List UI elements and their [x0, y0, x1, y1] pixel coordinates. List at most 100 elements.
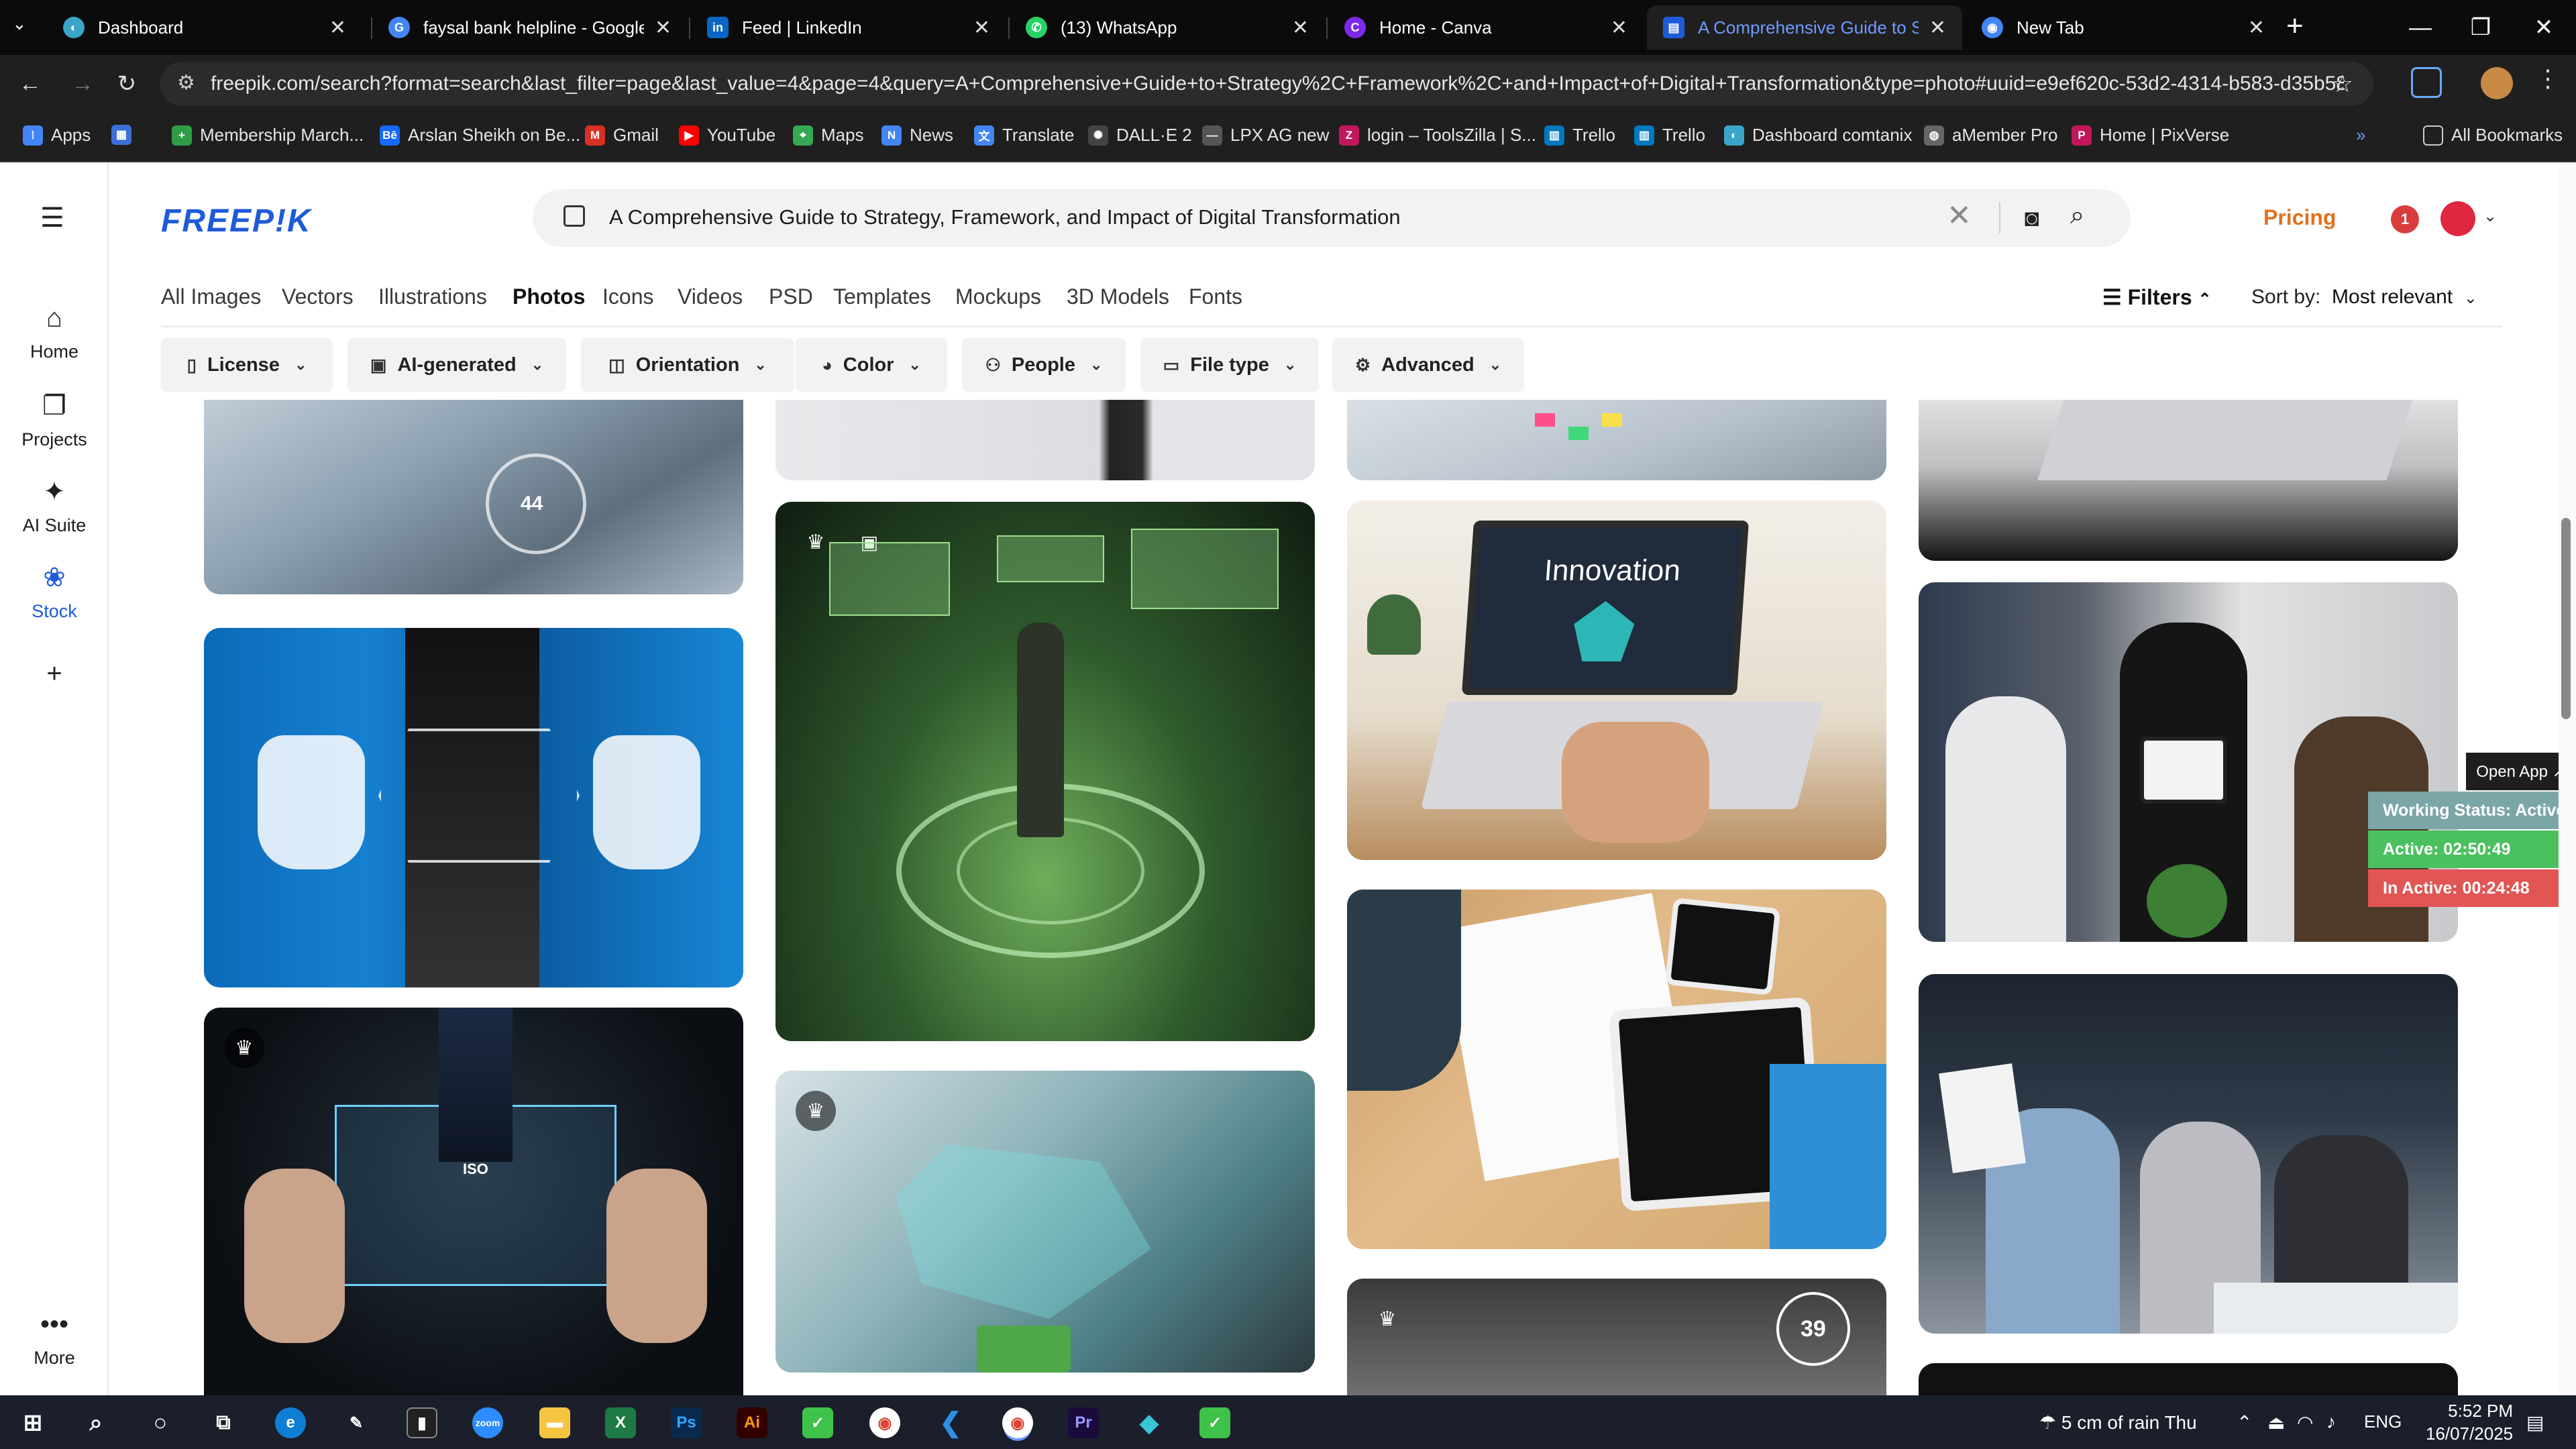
pen-icon[interactable]: ✎ — [341, 1407, 372, 1438]
tab-templates[interactable]: Templates — [833, 284, 931, 309]
tab-dashboard[interactable]: ◐ Dashboard ✕ — [47, 5, 362, 50]
tab-psd[interactable]: PSD — [769, 284, 813, 309]
app-diamond-icon[interactable]: ◆ — [1134, 1407, 1165, 1438]
tab-canva[interactable]: C Home - Canva ✕ — [1328, 5, 1644, 50]
back-icon[interactable]: ← — [13, 67, 47, 101]
profile-avatar[interactable] — [2481, 67, 2513, 99]
sidebar-item-stock[interactable]: ❀ Stock — [0, 562, 109, 622]
bookmark-trello-1[interactable]: ▥ Trello — [1544, 125, 1615, 146]
result-image-iso-tablet[interactable]: ♛ ISO — [204, 1008, 743, 1395]
chrome-active-icon[interactable]: ◉ — [1002, 1407, 1033, 1438]
result-image-laptop-desk[interactable] — [1919, 400, 2458, 561]
restore-icon[interactable]: ❐ — [2451, 0, 2510, 55]
close-icon[interactable]: ✕ — [2248, 16, 2265, 40]
filter-license[interactable]: ▯ License ⌄ — [161, 338, 333, 392]
scrollbar-track[interactable] — [2559, 162, 2576, 1395]
camtasia-icon[interactable]: ✓ — [802, 1407, 833, 1438]
reload-icon[interactable]: ↻ — [110, 67, 144, 101]
volume-icon[interactable]: ♪ — [2326, 1411, 2336, 1433]
extensions-icon[interactable] — [2411, 67, 2442, 98]
clear-icon[interactable]: ✕ — [1947, 199, 1972, 233]
new-tab-icon[interactable]: + — [2286, 9, 2304, 43]
tab-active-freepik[interactable]: ▤A Comprehensive Guide to Stra✕ — [1647, 5, 1962, 50]
filters-button[interactable]: ☰ Filters ⌃ — [2102, 284, 2212, 310]
user-avatar[interactable] — [2440, 201, 2475, 236]
bookmark-news[interactable]: N News — [881, 125, 953, 146]
bookmark-star-icon[interactable]: ☆ — [2332, 70, 2353, 98]
edge-icon[interactable]: e — [275, 1407, 306, 1438]
chevron-down-icon[interactable]: ⌄ — [2483, 207, 2497, 226]
freepik-logo[interactable]: FREEP!K — [161, 203, 312, 239]
tab-icons[interactable]: Icons — [602, 284, 653, 309]
tab-linkedin[interactable]: in Feed | LinkedIn ✕ — [691, 5, 1006, 50]
tab-3d-models[interactable]: 3D Models — [1067, 284, 1169, 309]
tab-photos[interactable]: Photos — [513, 284, 585, 309]
close-window-icon[interactable]: ✕ — [2514, 0, 2573, 55]
tab-mockups[interactable]: Mockups — [955, 284, 1041, 309]
excel-icon[interactable]: X — [605, 1407, 636, 1438]
bookmark-maps[interactable]: ⌖ Maps — [793, 125, 864, 146]
result-image-sticky-notes[interactable] — [1347, 400, 1886, 480]
wifi-icon[interactable]: ◠ — [2297, 1411, 2313, 1434]
notification-bell-icon[interactable]: 1 — [2391, 205, 2419, 233]
bookmark-dashboard-comtanix[interactable]: ◐ Dashboard comtanix — [1724, 125, 1912, 146]
minimize-icon[interactable]: — — [2391, 0, 2450, 55]
tab-new-tab[interactable]: ◉ New Tab ✕ — [1966, 5, 2281, 50]
bookmark-translate[interactable]: 文 Translate — [974, 125, 1074, 146]
hamburger-menu-icon[interactable]: ☰ — [40, 203, 64, 233]
close-icon[interactable]: ✕ — [1292, 16, 1309, 40]
scrollbar-thumb[interactable] — [2561, 518, 2571, 719]
sidebar-item-ai-suite[interactable]: ✦ AI Suite — [0, 476, 109, 536]
search-bar[interactable]: A Comprehensive Guide to Strategy, Frame… — [533, 189, 2131, 247]
bookmark-trello-2[interactable]: ▥ Trello — [1634, 125, 1705, 146]
file-explorer-icon[interactable]: ▬ — [539, 1407, 570, 1438]
sort-dropdown[interactable]: Sort by: Most relevant ⌄ — [2251, 286, 2477, 309]
sidebar-item-more[interactable]: ••• More — [0, 1309, 109, 1368]
vscode-icon[interactable]: ❮ — [935, 1407, 966, 1438]
result-image-tablet-chart[interactable] — [1347, 890, 1886, 1249]
notifications-icon[interactable]: ▤ — [2526, 1411, 2544, 1434]
all-bookmarks[interactable]: All Bookmarks — [2423, 125, 2563, 146]
illustrator-icon[interactable]: Ai — [737, 1407, 767, 1438]
sidebar-item-home[interactable]: ⌂ Home — [0, 303, 109, 362]
tab-fonts[interactable]: Fonts — [1189, 284, 1242, 309]
windows-start-icon[interactable]: ⊞ — [17, 1407, 48, 1438]
tab-videos[interactable]: Videos — [678, 284, 743, 309]
bookmarks-overflow-icon[interactable]: » — [2356, 125, 2365, 146]
filter-people[interactable]: ⚇ People ⌄ — [962, 338, 1126, 392]
result-image-green-hologram-man[interactable]: ♛ ▣ — [775, 502, 1315, 1041]
camtasia-recorder-icon[interactable]: ✓ — [1199, 1407, 1230, 1438]
search-input[interactable]: A Comprehensive Guide to Strategy, Frame… — [609, 205, 1401, 229]
url-text[interactable]: freepik.com/search?format=search&last_fi… — [211, 72, 2344, 95]
search-icon[interactable]: ⌕ — [2070, 201, 2084, 230]
address-bar[interactable]: ⚙ freepik.com/search?format=search&last_… — [160, 62, 2373, 106]
sidebar-add-button[interactable]: + — [0, 659, 109, 697]
close-icon[interactable]: ✕ — [973, 16, 990, 40]
result-image-dark[interactable] — [1919, 1363, 2458, 1395]
bookmark-toolszilla[interactable]: Zlogin – ToolsZilla | S... — [1339, 125, 1536, 146]
zoom-icon[interactable]: zoom — [472, 1407, 503, 1438]
forward-icon[interactable]: → — [66, 67, 99, 101]
result-image-hologram-meeting[interactable]: ♛ — [775, 1071, 1315, 1373]
filter-advanced[interactable]: ⚙ Advanced ⌄ — [1332, 338, 1524, 392]
result-image-innovation-laptop[interactable]: Innovation — [1347, 500, 1886, 860]
close-icon[interactable]: ✕ — [655, 16, 672, 40]
bookmark-behance[interactable]: Bē Arslan Sheikh on Be... — [380, 125, 580, 146]
result-image-meeting-39[interactable]: ♛ 39 — [1347, 1279, 1886, 1395]
chrome-icon[interactable]: ◉ — [869, 1407, 900, 1438]
filter-color[interactable]: ◕ Color ⌄ — [796, 338, 947, 392]
photoshop-icon[interactable]: Ps — [671, 1407, 702, 1438]
task-view-icon[interactable]: ⧉ — [208, 1407, 239, 1438]
bookmark-pixverse[interactable]: P Home | PixVerse — [2072, 125, 2229, 146]
network-icon[interactable]: ⏏ — [2267, 1411, 2285, 1434]
bookmark-amember[interactable]: ◍ aMember Pro — [1924, 125, 2058, 146]
filter-orientation[interactable]: ◫ Orientation ⌄ — [581, 338, 794, 392]
close-icon[interactable]: ✕ — [1611, 16, 1627, 40]
close-icon[interactable]: ✕ — [1929, 16, 1946, 40]
filter-file-type[interactable]: ▭ File type ⌄ — [1140, 338, 1319, 392]
image-search-icon[interactable] — [564, 205, 585, 227]
filter-ai-generated[interactable]: ▣ AI-generated ⌄ — [347, 338, 566, 392]
result-image-night-office-team[interactable] — [1919, 974, 2458, 1334]
result-image-team-table[interactable]: 44 — [204, 400, 743, 594]
menu-dots-icon[interactable]: ⋮ — [2536, 64, 2560, 93]
